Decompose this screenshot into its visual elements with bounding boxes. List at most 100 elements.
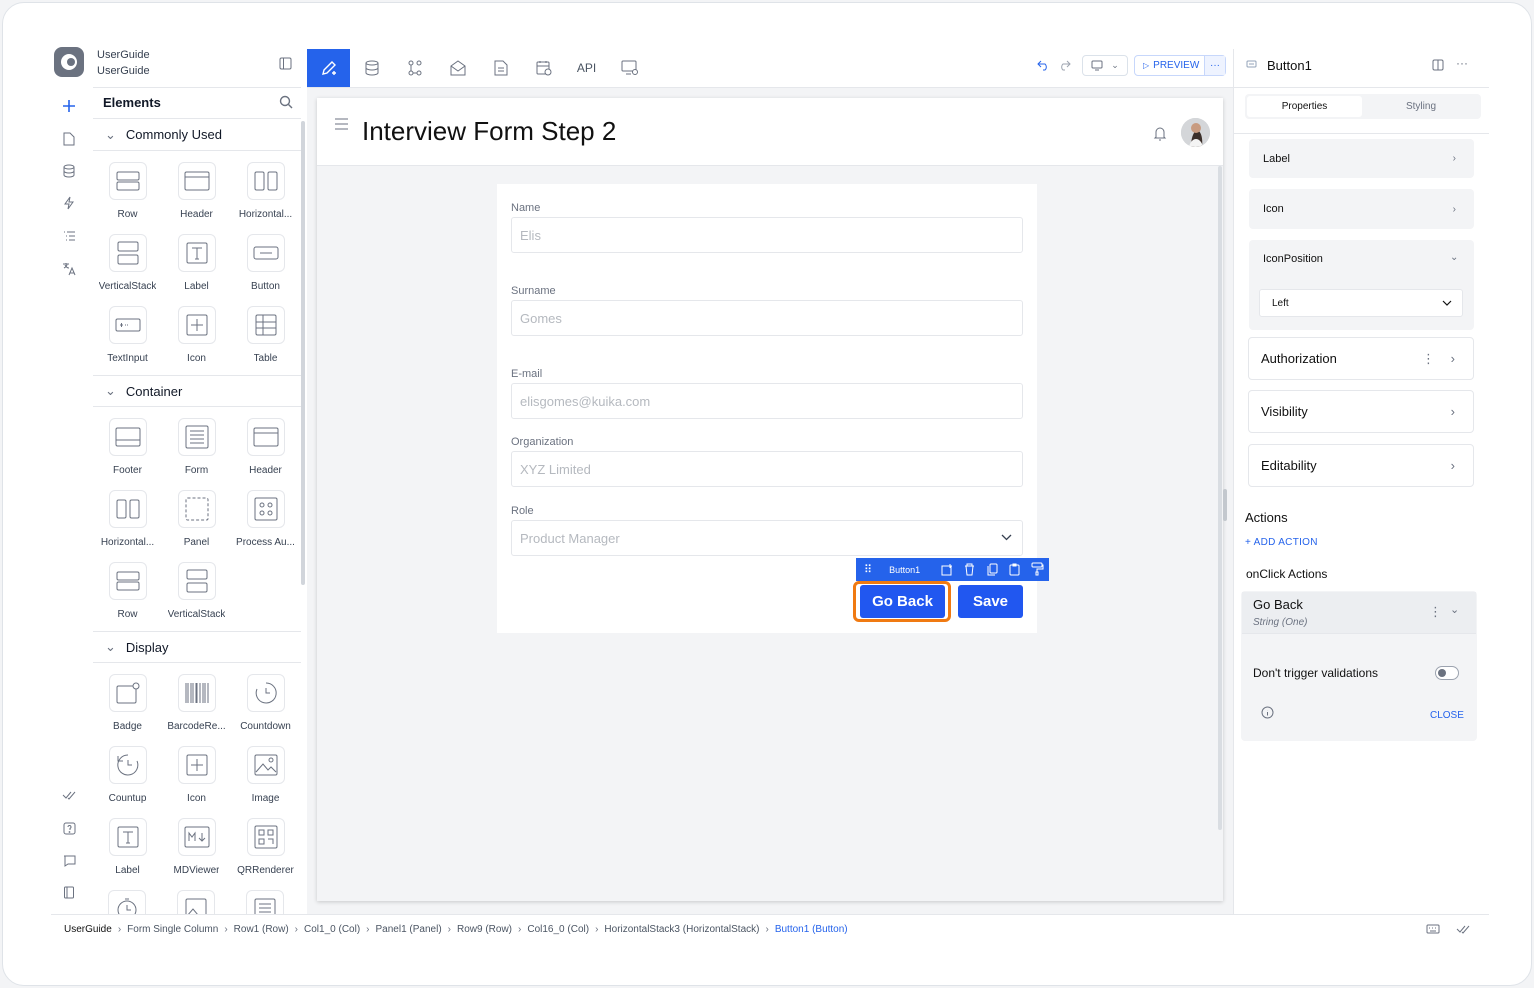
book-icon[interactable] [59,882,79,902]
redo-icon[interactable] [1058,59,1071,71]
authorization-row[interactable]: Authorization ⋮ › [1248,337,1474,380]
pages-icon[interactable] [59,129,79,149]
tile-horizontal-stack[interactable]: Horizontal... [231,162,300,232]
breadcrumb-item[interactable]: Form Single Column [127,924,218,935]
tile-icon[interactable]: Icon [162,746,231,816]
kebab-icon[interactable]: ⋮ [1429,604,1442,620]
tile-qr-renderer[interactable]: QRRenderer [231,818,300,888]
tile-barcode-reader[interactable]: BarcodeRe... [162,674,231,744]
tab-scheduler[interactable] [522,49,565,87]
tile-label[interactable]: Label [93,818,162,888]
tile-countdown[interactable]: Countdown [231,674,300,744]
breadcrumb-item[interactable]: Row1 (Row) [234,924,289,935]
add-inside-icon[interactable] [941,563,954,576]
hamburger-icon[interactable] [334,118,349,130]
surname-input[interactable]: Gomes [511,300,1023,336]
preview-button[interactable]: ▷ PREVIEW ··· [1134,55,1226,76]
undo-icon[interactable] [1037,59,1050,71]
double-check-icon[interactable] [1456,924,1470,934]
dont-trigger-toggle[interactable] [1435,666,1459,680]
drag-handle-icon[interactable]: ⠿ [864,563,872,576]
tile-header[interactable]: Header [162,162,231,232]
editability-row[interactable]: Editability › [1248,444,1474,487]
tab-workflow[interactable] [393,49,436,87]
tile-badge[interactable]: Badge [93,674,162,744]
search-icon[interactable] [279,95,293,109]
help-icon[interactable] [59,818,79,838]
more-options-icon[interactable]: ··· [1456,56,1468,70]
tab-styling[interactable]: Styling [1363,96,1479,117]
name-input[interactable]: Elis [511,217,1023,253]
tile-horizontal-stack[interactable]: Horizontal... [93,490,162,560]
more-icon[interactable]: ··· [1204,56,1225,75]
icon-position-select[interactable]: Left [1259,289,1463,317]
label-property[interactable]: Label › [1249,139,1474,178]
tile-vertical-stack[interactable]: VerticalStack [93,234,162,304]
tile-row[interactable]: Row [93,562,162,632]
tile-vertical-stack[interactable]: VerticalStack [162,562,231,632]
tab-email[interactable] [436,49,479,87]
section-commonly-used[interactable]: ⌄ Commonly Used [93,119,301,151]
list-icon[interactable] [59,226,79,246]
breadcrumb-item[interactable]: Row9 (Row) [457,924,512,935]
tile-header[interactable]: Header [231,418,300,488]
email-input[interactable]: elisgomes@kuika.com [511,383,1023,419]
lightning-icon[interactable] [59,193,79,213]
bell-icon[interactable] [1153,126,1167,141]
tab-properties[interactable]: Properties [1247,96,1362,117]
resize-handle[interactable] [1223,489,1227,521]
double-check-icon[interactable] [59,785,79,805]
role-select[interactable]: Product Manager [511,520,1023,556]
tile-form[interactable]: Form [162,418,231,488]
timer-icon[interactable] [108,890,146,914]
breadcrumb-item[interactable]: Panel1 (Panel) [376,924,442,935]
app-logo[interactable] [54,47,84,77]
paste-icon[interactable] [1009,563,1020,576]
tile-row[interactable]: Row [93,162,162,232]
tab-design[interactable] [307,49,350,87]
trash-icon[interactable] [964,563,975,576]
copy-icon[interactable] [987,563,998,576]
collapse-panel-icon[interactable] [279,57,292,70]
tab-data[interactable] [350,49,393,87]
tile-icon[interactable]: Icon [162,306,231,376]
device-select[interactable]: ⌄ [1082,55,1128,76]
tile-text-input[interactable]: TextInput [93,306,162,376]
chat-icon[interactable] [59,850,79,870]
tile-table[interactable]: Table [231,306,300,376]
section-display[interactable]: ⌄ Display [93,631,301,663]
save-button[interactable]: Save [958,585,1023,618]
canvas-scrollbar[interactable] [1218,166,1222,830]
kebab-icon[interactable]: ⋮ [1422,351,1435,367]
organization-input[interactable]: XYZ Limited [511,451,1023,487]
tile-process-automation[interactable]: Process Au... [231,490,300,560]
icon-property[interactable]: Icon › [1249,189,1474,229]
tile-image[interactable]: Image [231,746,300,816]
go-back-button[interactable]: Go Back [860,585,945,618]
tile-countup[interactable]: Countup [93,746,162,816]
tab-document[interactable] [479,49,522,87]
paint-roller-icon[interactable] [1031,562,1044,576]
database-icon[interactable] [59,161,79,181]
info-icon[interactable] [1261,706,1274,719]
tile-footer[interactable]: Footer [93,418,162,488]
keyboard-icon[interactable] [1426,924,1440,934]
tile-md-viewer[interactable]: MDViewer [162,818,231,888]
tab-settings[interactable] [608,49,651,87]
breadcrumb-item[interactable]: HorizontalStack3 (HorizontalStack) [604,924,759,935]
split-view-icon[interactable] [1432,59,1444,71]
breadcrumb-item[interactable]: Col16_0 (Col) [527,924,589,935]
tab-api[interactable]: API [565,49,608,87]
list-icon[interactable] [246,890,284,914]
add-element-icon[interactable] [59,96,79,116]
add-action-link[interactable]: + ADD ACTION [1245,537,1318,548]
translate-icon[interactable] [59,259,79,279]
breadcrumb-item[interactable]: Col1_0 (Col) [304,924,360,935]
tile-button[interactable]: Button [231,234,300,304]
image-icon[interactable] [177,890,215,914]
tile-panel[interactable]: Panel [162,490,231,560]
section-container[interactable]: ⌄ Container [93,375,301,407]
chevron-down-icon[interactable]: ⌄ [1450,252,1458,263]
avatar[interactable] [1181,118,1210,147]
chevron-down-icon[interactable]: ⌄ [1450,603,1459,616]
